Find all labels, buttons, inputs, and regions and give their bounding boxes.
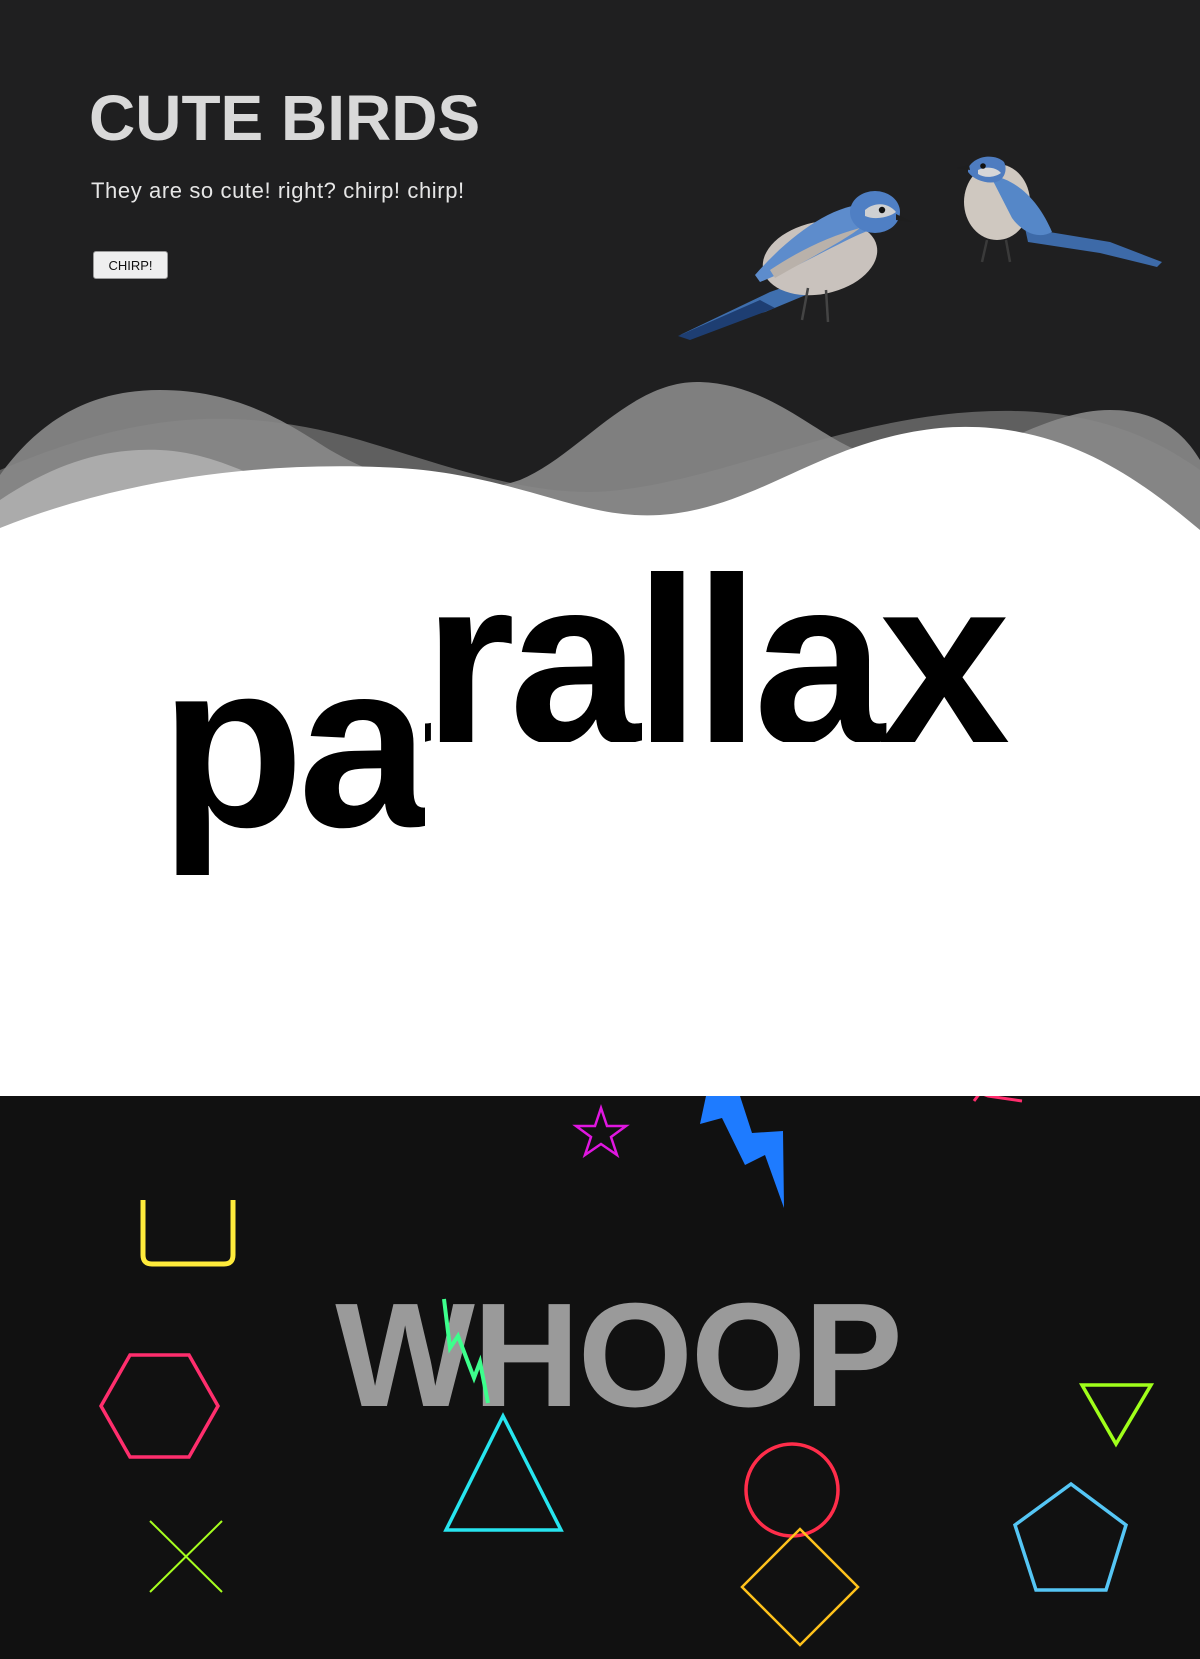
hexagon-icon <box>98 1353 221 1459</box>
chirp-button[interactable]: CHIRP! <box>93 251 168 279</box>
shapes-section <box>98 1096 1155 1647</box>
chevron-icon <box>972 1096 1023 1103</box>
diamond-icon <box>740 1527 860 1647</box>
pentagon-icon <box>1012 1481 1129 1592</box>
cross-icon <box>149 1520 223 1593</box>
star-icon <box>572 1104 630 1159</box>
lightning-small-icon <box>442 1298 490 1404</box>
hero-title: CUTE BIRDS <box>89 82 481 154</box>
circle-icon <box>744 1442 840 1538</box>
lightning-icon <box>700 1096 784 1208</box>
birds-image <box>678 156 1162 340</box>
parallax-panel <box>0 560 1200 1096</box>
triangle-down-icon <box>1078 1383 1155 1448</box>
hero-section: CUTE BIRDS They are so cute! right? chir… <box>0 0 1200 560</box>
square-bracket-icon <box>140 1200 236 1267</box>
left-bird-icon <box>678 191 912 340</box>
triangle-icon <box>443 1412 564 1532</box>
hero-subtitle: They are so cute! right? chirp! chirp! <box>91 178 465 203</box>
hills-decoration <box>0 381 1200 560</box>
right-bird-icon <box>957 156 1162 267</box>
